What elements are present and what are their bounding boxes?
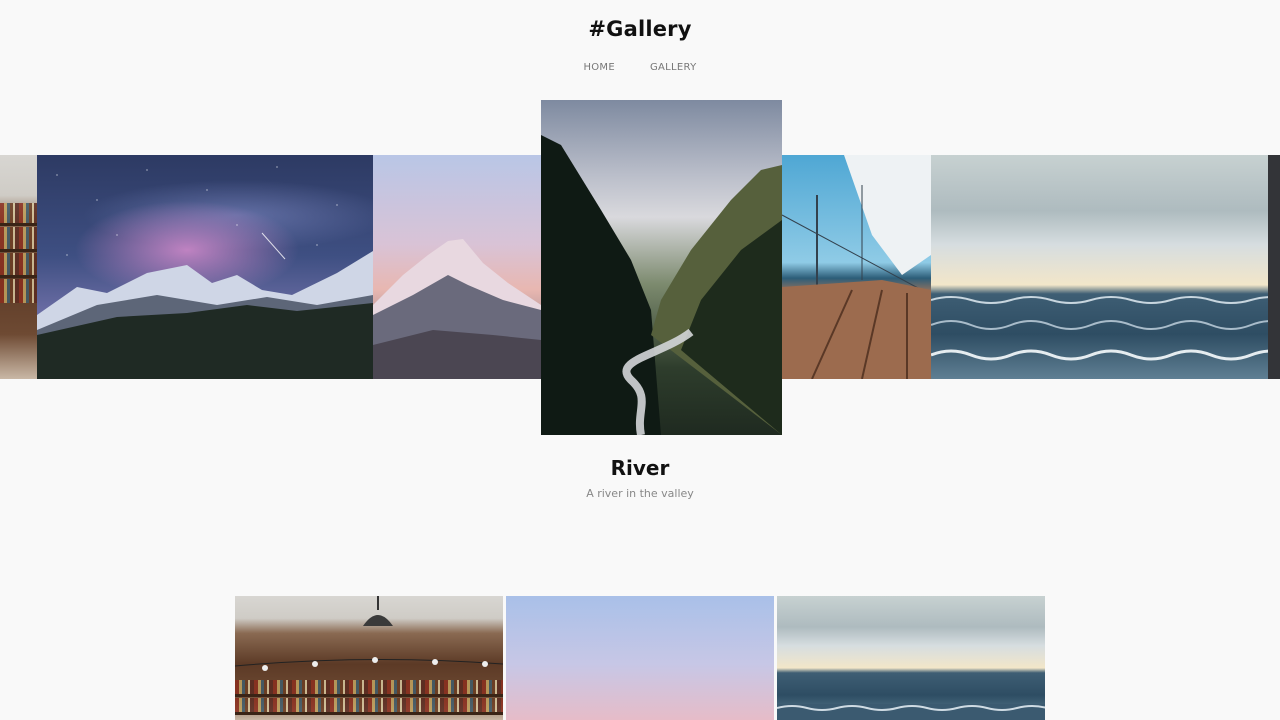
nav-home-link[interactable]: HOME xyxy=(583,62,615,73)
grid-item-mountain-peak[interactable] xyxy=(506,596,774,720)
slide-description: A river in the valley xyxy=(586,487,694,500)
site-title: #Gallery xyxy=(588,17,692,41)
peak-graphic xyxy=(373,239,541,379)
nav-gallery-link[interactable]: GALLERY xyxy=(650,62,697,73)
slide-river-active[interactable] xyxy=(541,100,782,435)
sailboat-graphic xyxy=(782,155,931,379)
slide-stars[interactable] xyxy=(1268,155,1280,379)
slide-sea[interactable] xyxy=(931,155,1268,379)
mountains-graphic xyxy=(37,232,373,379)
slide-library[interactable] xyxy=(0,155,37,379)
main-nav: HOME GALLERY xyxy=(0,62,1280,73)
waves-graphic xyxy=(931,296,1268,361)
slide-mountain-peak[interactable] xyxy=(373,155,541,379)
grid-item-library[interactable] xyxy=(235,596,503,720)
slide-milky-way[interactable] xyxy=(37,155,373,379)
valley-graphic xyxy=(541,135,782,435)
slide-sailboat[interactable] xyxy=(782,155,931,379)
slide-title: River xyxy=(610,456,670,480)
grid-waves-graphic xyxy=(777,704,1045,720)
grid-item-sea[interactable] xyxy=(777,596,1045,720)
